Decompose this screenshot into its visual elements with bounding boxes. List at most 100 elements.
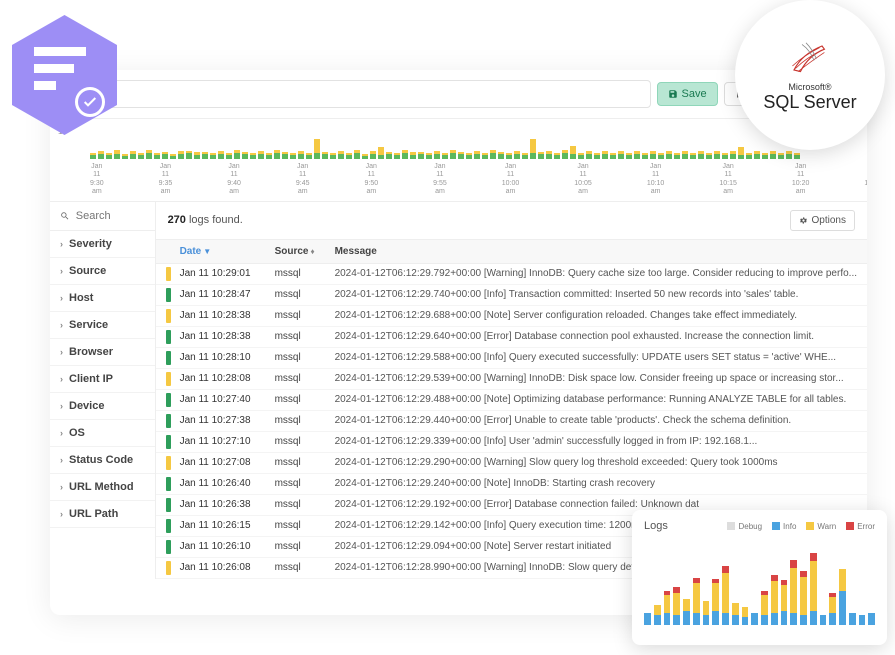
log-row[interactable]: Jan 11 10:28:10 mssql 2024-01-12T06:12:2…	[156, 348, 867, 369]
log-row[interactable]: Jan 11 10:28:47 mssql 2024-01-12T06:12:2…	[156, 285, 867, 306]
timeline-bar[interactable]	[314, 139, 320, 159]
filter-host[interactable]: ›Host	[50, 285, 155, 312]
timeline-bar[interactable]	[778, 153, 784, 159]
timeline-bar[interactable]	[402, 150, 408, 159]
log-row[interactable]: Jan 11 10:27:08 mssql 2024-01-12T06:12:2…	[156, 453, 867, 474]
timeline-bar[interactable]	[754, 151, 760, 159]
timeline-bar[interactable]	[738, 147, 744, 159]
timeline-bar[interactable]	[162, 152, 168, 159]
timeline-bar[interactable]	[698, 151, 704, 159]
timeline-bar[interactable]	[538, 152, 544, 159]
timeline-bar[interactable]	[186, 151, 192, 159]
timeline-bar[interactable]	[418, 152, 424, 159]
log-row[interactable]: Jan 11 10:27:40 mssql 2024-01-12T06:12:2…	[156, 390, 867, 411]
timeline-bar[interactable]	[250, 153, 256, 159]
mini-bar[interactable]	[781, 580, 788, 625]
timeline-bar[interactable]	[290, 153, 296, 159]
timeline-bar[interactable]	[242, 152, 248, 159]
mini-bar[interactable]	[859, 615, 866, 625]
timeline-bar[interactable]	[394, 153, 400, 159]
timeline-bar[interactable]	[354, 150, 360, 159]
timeline-bar[interactable]	[746, 153, 752, 159]
timeline-bar[interactable]	[730, 151, 736, 159]
timeline-bar[interactable]	[106, 153, 112, 159]
mini-bar[interactable]	[693, 578, 700, 625]
timeline-bar[interactable]	[114, 150, 120, 159]
mini-bar[interactable]	[829, 593, 836, 625]
column-source[interactable]: Source♦	[275, 246, 335, 257]
column-message[interactable]: Message	[335, 246, 857, 257]
mini-bar[interactable]	[654, 605, 661, 625]
timeline-bar[interactable]	[330, 153, 336, 159]
timeline-bar[interactable]	[210, 153, 216, 159]
mini-bar[interactable]	[771, 575, 778, 625]
mini-stacked-bar-chart[interactable]	[644, 540, 875, 625]
timeline-bar[interactable]	[442, 153, 448, 159]
timeline-bar[interactable]	[650, 151, 656, 159]
timeline-bar[interactable]	[234, 150, 240, 159]
timeline-bar[interactable]	[146, 150, 152, 159]
log-row[interactable]: Jan 11 10:27:38 mssql 2024-01-12T06:12:2…	[156, 411, 867, 432]
timeline-bar[interactable]	[170, 154, 176, 159]
timeline-bar[interactable]	[322, 152, 328, 159]
filter-os[interactable]: ›OS	[50, 420, 155, 447]
timeline-bar[interactable]	[378, 147, 384, 159]
timeline-bar[interactable]	[450, 150, 456, 159]
timeline-bar[interactable]	[282, 152, 288, 159]
timeline-bar[interactable]	[226, 153, 232, 159]
timeline-bar[interactable]	[138, 153, 144, 159]
timeline-bar[interactable]	[178, 151, 184, 159]
save-button[interactable]: Save	[657, 82, 718, 106]
timeline-bar[interactable]	[506, 153, 512, 159]
mini-bar[interactable]	[790, 560, 797, 625]
timeline-bar[interactable]	[706, 153, 712, 159]
log-row[interactable]: Jan 11 10:28:38 mssql 2024-01-12T06:12:2…	[156, 306, 867, 327]
timeline-bar[interactable]	[410, 152, 416, 159]
timeline-bar[interactable]	[154, 153, 160, 159]
timeline-bar[interactable]	[90, 153, 96, 159]
log-row[interactable]: Jan 11 10:26:40 mssql 2024-01-12T06:12:2…	[156, 474, 867, 495]
filter-service[interactable]: ›Service	[50, 312, 155, 339]
timeline-bar[interactable]	[554, 153, 560, 159]
timeline-bar[interactable]	[610, 153, 616, 159]
timeline-bar[interactable]	[546, 151, 552, 159]
timeline-bar[interactable]	[794, 153, 800, 159]
timeline-bar[interactable]	[434, 151, 440, 159]
timeline-bar[interactable]	[218, 151, 224, 159]
timeline-bar[interactable]	[522, 153, 528, 159]
timeline-bar[interactable]	[762, 153, 768, 159]
filter-client-ip[interactable]: ›Client IP	[50, 366, 155, 393]
filter-severity[interactable]: ›Severity	[50, 231, 155, 258]
timeline-bar[interactable]	[274, 150, 280, 159]
log-row[interactable]: Jan 11 10:27:10 mssql 2024-01-12T06:12:2…	[156, 432, 867, 453]
timeline-bar[interactable]	[266, 153, 272, 159]
timeline-bar[interactable]	[202, 152, 208, 159]
timeline-bar[interactable]	[634, 151, 640, 159]
timeline-bar[interactable]	[714, 151, 720, 159]
filter-device[interactable]: ›Device	[50, 393, 155, 420]
filter-browser[interactable]: ›Browser	[50, 339, 155, 366]
log-row[interactable]: Jan 11 10:28:08 mssql 2024-01-12T06:12:2…	[156, 369, 867, 390]
mini-bar[interactable]	[703, 601, 710, 625]
timeline-bar[interactable]	[682, 151, 688, 159]
mini-bar[interactable]	[742, 607, 749, 625]
timeline-bar[interactable]	[690, 153, 696, 159]
log-row[interactable]: Jan 11 10:28:38 mssql 2024-01-12T06:12:2…	[156, 327, 867, 348]
timeline-bar[interactable]	[458, 152, 464, 159]
search-input[interactable]	[76, 210, 145, 222]
timeline-bar[interactable]	[490, 150, 496, 159]
timeline-bar[interactable]	[618, 151, 624, 159]
timeline-bar[interactable]	[786, 151, 792, 159]
timeline-bar[interactable]	[306, 153, 312, 159]
filter-url-path[interactable]: ›URL Path	[50, 501, 155, 528]
timeline-bar[interactable]	[658, 153, 664, 159]
mini-bar[interactable]	[712, 579, 719, 625]
timeline-chart[interactable]: 10 Jan 119:30 amJan 119:35 amJan 119:40 …	[50, 119, 867, 201]
mini-bar[interactable]	[644, 613, 651, 625]
mini-bar[interactable]	[761, 591, 768, 625]
timeline-bar[interactable]	[498, 152, 504, 159]
mini-bar[interactable]	[810, 553, 817, 625]
mini-bar[interactable]	[751, 613, 758, 625]
mini-bar[interactable]	[732, 603, 739, 625]
timeline-bar[interactable]	[674, 153, 680, 159]
